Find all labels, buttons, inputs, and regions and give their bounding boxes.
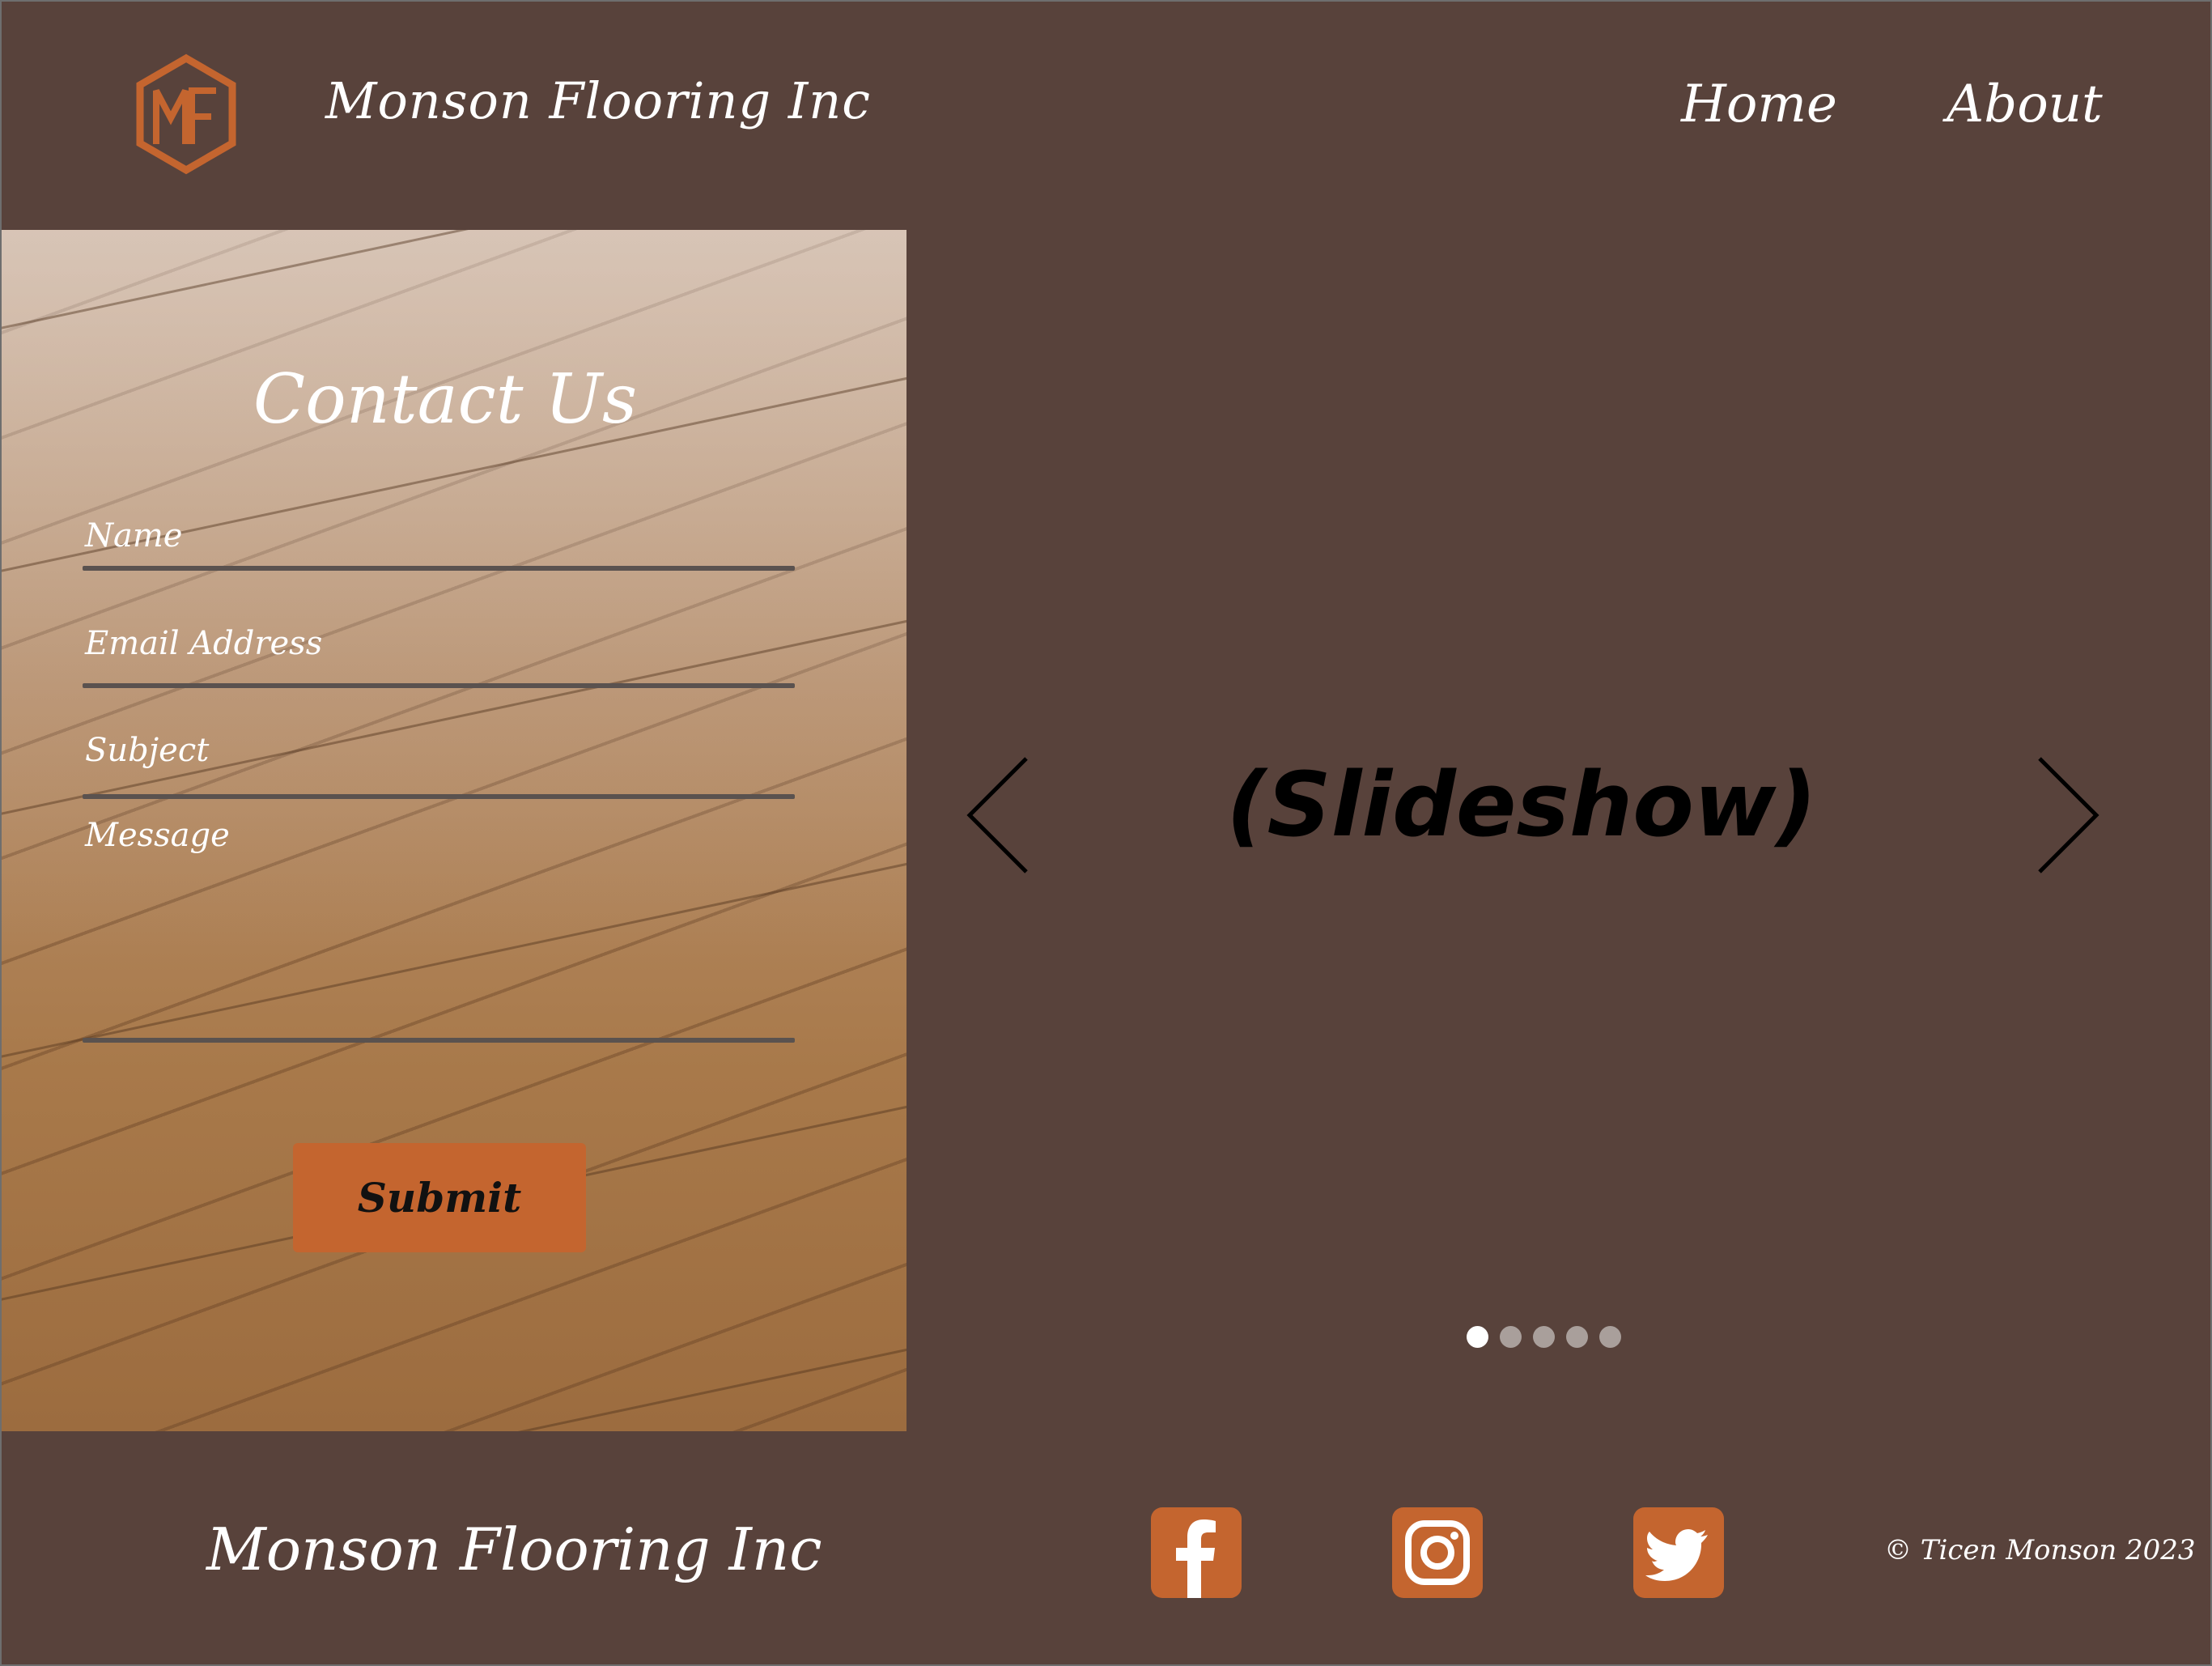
slide-dot[interactable]: [1500, 1326, 1522, 1348]
chevron-right-icon: [2038, 757, 2099, 873]
nav-about-link[interactable]: About: [1947, 74, 2103, 134]
chevron-left-icon: [966, 757, 1028, 873]
facebook-link[interactable]: [1151, 1507, 1242, 1598]
slideshow-next-button[interactable]: [2032, 754, 2104, 876]
subject-input[interactable]: [83, 794, 795, 799]
name-input[interactable]: [83, 566, 795, 571]
contact-title: Contact Us: [253, 359, 638, 439]
message-textarea[interactable]: [83, 1038, 795, 1043]
email-input[interactable]: [83, 683, 795, 688]
name-label: Name: [85, 517, 183, 555]
logo-icon: [136, 53, 236, 175]
logo: [134, 53, 239, 175]
twitter-icon: [1645, 1529, 1708, 1581]
slide-dot[interactable]: [1467, 1326, 1488, 1348]
twitter-link[interactable]: [1633, 1507, 1724, 1598]
submit-button[interactable]: Submit: [293, 1143, 586, 1252]
slide-dot[interactable]: [1599, 1326, 1621, 1348]
instagram-link[interactable]: [1392, 1507, 1483, 1598]
copyright-text: © Ticen Monson 2023: [1884, 1534, 2196, 1566]
subject-label: Subject: [85, 732, 210, 769]
nav-home-link[interactable]: Home: [1681, 74, 1837, 134]
footer-brand: Monson Flooring Inc: [206, 1515, 822, 1583]
contact-panel: Contact Us Name Email Address Subject Me…: [0, 230, 906, 1431]
facebook-icon: [1176, 1519, 1216, 1598]
instagram-icon: [1405, 1520, 1470, 1585]
slideshow-placeholder: (Slideshow): [1226, 753, 1817, 856]
slideshow-prev-button[interactable]: [962, 754, 1034, 876]
slideshow-dots: [1467, 1326, 1621, 1348]
slide-dot[interactable]: [1533, 1326, 1555, 1348]
message-label: Message: [85, 817, 230, 854]
slide-dot[interactable]: [1566, 1326, 1588, 1348]
email-label: Email Address: [85, 625, 323, 662]
brand-title: Monson Flooring Inc: [325, 71, 871, 130]
